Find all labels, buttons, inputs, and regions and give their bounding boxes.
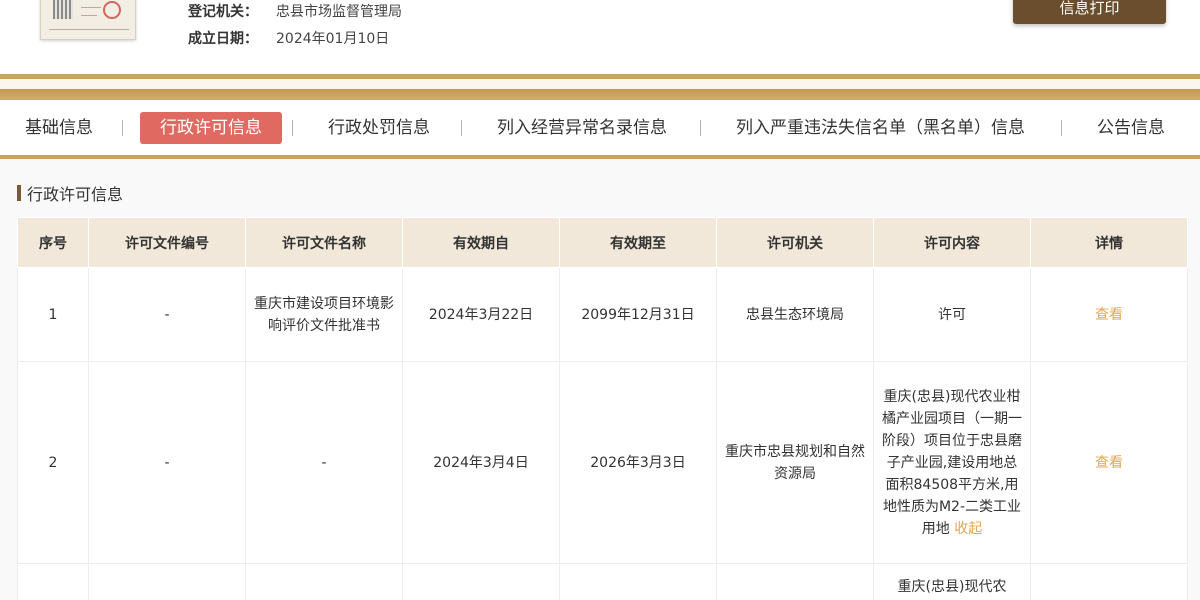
tab-admin-license[interactable]: 行政许可信息: [140, 112, 282, 144]
cell-doc-no: -: [88, 267, 246, 362]
tab-basic-info[interactable]: 基础信息: [25, 112, 93, 144]
cell-doc-no: [88, 563, 246, 600]
cell-valid-to: 2099年12月31日: [559, 267, 717, 362]
cell-index: 1: [17, 267, 89, 362]
cell-content: 重庆(忠县)现代农业柑橘产业园项目（一期一阶段）项目位于忠县磨子产业园,建设用地…: [873, 361, 1031, 564]
column-header: 详情: [1030, 217, 1188, 268]
cell-detail: [1030, 563, 1188, 600]
gold-band: [0, 89, 1200, 100]
registration-authority-value: 忠县市场监督管理局: [276, 4, 402, 20]
qr-code-icon: [53, 0, 73, 19]
tab-admin-penalty[interactable]: 行政处罚信息: [328, 112, 430, 144]
table-header-row: 序号 许可文件编号 许可文件名称 有效期自 有效期至 许可机关 许可内容 详情: [17, 217, 1188, 268]
view-detail-link[interactable]: 查看: [1095, 455, 1123, 471]
cell-doc-name: -: [245, 361, 403, 564]
tab-abnormal-operation[interactable]: 列入经营异常名录信息: [497, 112, 667, 144]
table-row: 1 - 重庆市建设项目环境影响评价文件批准书 2024年3月22日 2099年1…: [17, 267, 1188, 362]
registration-authority-row: 登记机关： 忠县市场监督管理局: [188, 2, 402, 22]
cell-index: 2: [17, 361, 89, 564]
column-header: 有效期至: [559, 217, 717, 268]
column-header: 许可文件名称: [245, 217, 403, 268]
established-date-row: 成立日期： 2024年01月10日: [188, 29, 389, 49]
tab-nav: 基础信息 行政许可信息 行政处罚信息 列入经营异常名录信息 列入严重违法失信名单…: [0, 100, 1200, 155]
column-header: 许可内容: [873, 217, 1031, 268]
column-header: 有效期自: [402, 217, 560, 268]
company-header: 登记机关： 忠县市场监督管理局 成立日期： 2024年01月10日 信息打印: [0, 0, 1200, 74]
cell-valid-from: 2024年3月22日: [402, 267, 560, 362]
cell-valid-from: [402, 563, 560, 600]
cell-content: 许可: [873, 267, 1031, 362]
print-info-button[interactable]: 信息打印: [1013, 0, 1166, 24]
established-date-label: 成立日期：: [188, 31, 258, 47]
column-header: 许可文件编号: [88, 217, 246, 268]
seal-icon: [103, 1, 121, 19]
cell-valid-to: [559, 563, 717, 600]
cell-valid-to: 2026年3月3日: [559, 361, 717, 564]
collapse-link[interactable]: 收起: [954, 521, 982, 537]
tab-blacklist[interactable]: 列入严重违法失信名单（黑名单）信息: [736, 112, 1025, 144]
cell-valid-from: 2024年3月4日: [402, 361, 560, 564]
section-marker-icon: [17, 185, 21, 201]
section-title: 行政许可信息: [17, 181, 123, 205]
license-content-text: 重庆(忠县)现代农业柑橘产业园项目（一期一阶段）项目位于忠县磨子产业园,建设用地…: [882, 388, 1022, 537]
column-header: 序号: [17, 217, 89, 268]
cell-detail: 查看: [1030, 361, 1188, 564]
table-row: 重庆(忠县)现代农: [17, 563, 1188, 600]
column-header: 许可机关: [716, 217, 874, 268]
cell-doc-name: 重庆市建设项目环境影响评价文件批准书: [245, 267, 403, 362]
tab-announcements[interactable]: 公告信息: [1097, 112, 1165, 144]
business-license-thumbnail[interactable]: [40, 0, 136, 40]
section-title-text: 行政许可信息: [27, 185, 124, 204]
cell-detail: 查看: [1030, 267, 1188, 362]
cell-authority: [716, 563, 874, 600]
cell-authority: 重庆市忠县规划和自然资源局: [716, 361, 874, 564]
cell-doc-no: -: [88, 361, 246, 564]
admin-license-section: 行政许可信息 序号 许可文件编号 许可文件名称 有效期自 有效期至 许可机关 许…: [0, 159, 1200, 600]
admin-license-table: 序号 许可文件编号 许可文件名称 有效期自 有效期至 许可机关 许可内容 详情 …: [17, 217, 1188, 600]
table-row: 2 - - 2024年3月4日 2026年3月3日 重庆市忠县规划和自然资源局 …: [17, 361, 1188, 564]
cell-doc-name: [245, 563, 403, 600]
cell-authority: 忠县生态环境局: [716, 267, 874, 362]
cell-content: 重庆(忠县)现代农: [873, 563, 1031, 600]
registration-authority-label: 登记机关：: [188, 4, 258, 20]
established-date-value: 2024年01月10日: [276, 31, 390, 47]
cell-index: [17, 563, 89, 600]
view-detail-link[interactable]: 查看: [1095, 307, 1123, 323]
